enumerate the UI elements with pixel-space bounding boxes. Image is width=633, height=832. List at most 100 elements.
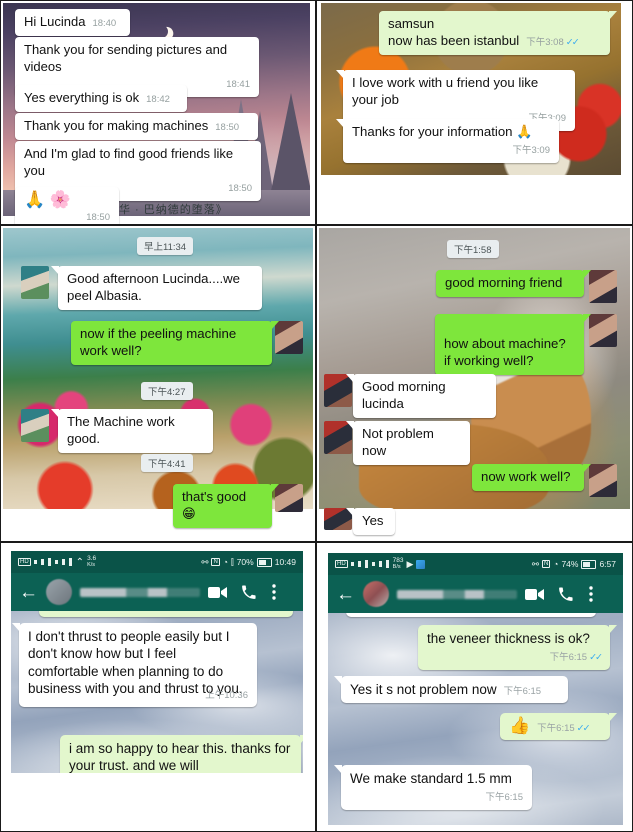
message-text: samsun now has been istanbul — [388, 16, 520, 48]
message-time: 上午10:36 — [205, 690, 248, 702]
alarm-icon: ◔ — [222, 557, 228, 567]
overflow-menu-icon[interactable] — [589, 586, 593, 602]
message-bubble-outgoing[interactable]: samsun now has been istanbul 下午3:08 ✓✓ — [379, 11, 617, 55]
network-speed-unit: K/s — [87, 561, 96, 568]
avatar[interactable] — [46, 579, 72, 605]
message-bubble-outgoing[interactable]: good morning friend — [436, 270, 591, 297]
message-time: 18:50 — [228, 183, 252, 195]
whatsapp-screen: HD 783 B/s ▶ ⚯ N ◔ 74% 6:57 ← the veneer… — [328, 553, 623, 825]
message-text: now work well? — [481, 469, 571, 484]
message-time: 下午3:09 — [512, 144, 551, 156]
status-bar: HD 783 B/s ▶ ⚯ N ◔ 74% 6:57 — [328, 553, 623, 575]
play-store-icon: ▶ — [406, 558, 414, 569]
avatar[interactable] — [589, 464, 617, 497]
message-text: the veneer thickness is ok? — [427, 631, 590, 646]
message-bubble-outgoing-emoji[interactable]: 👍 下午6:15 ✓✓ — [500, 713, 617, 741]
message-bubble-outgoing[interactable]: i am so happy to hear this. thanks for y… — [60, 735, 303, 773]
message-bubble-partial[interactable] — [346, 613, 596, 617]
contact-name-redacted[interactable] — [397, 589, 517, 599]
battery-percent: 74% — [561, 559, 579, 569]
panel-4-dog-chat: 下午1:58 good morning friend how about mac… — [316, 225, 633, 542]
message-time: 18:50 — [215, 122, 240, 133]
battery-percent: 70% — [236, 557, 254, 567]
message-bubble-incoming[interactable]: The Machine work good. — [51, 409, 213, 453]
pine-shape-3 — [271, 93, 310, 191]
message-text: how about machine? if working well? — [444, 335, 566, 368]
message-text: that's good 😁 — [182, 489, 247, 521]
contact-name-redacted[interactable] — [80, 587, 200, 597]
avatar[interactable] — [363, 581, 389, 607]
message-text: The Machine work good. — [67, 414, 175, 446]
message-text: i am so happy to hear this. thanks for y… — [69, 741, 291, 773]
message-bubble-outgoing[interactable]: now work well? — [472, 464, 591, 491]
chat-body: the veneer thickness is ok? 下午6:15 ✓✓ Yes… — [328, 613, 623, 825]
message-bubble-outgoing[interactable]: how about machine? if working well? — [435, 314, 591, 375]
avatar[interactable] — [275, 321, 303, 354]
message-bubble-incoming[interactable]: Thanks for your information 🙏 下午3:09 — [336, 119, 559, 163]
avatar[interactable] — [275, 484, 303, 512]
voice-call-icon[interactable] — [558, 586, 573, 602]
message-bubble-incoming[interactable]: Not problem now — [346, 421, 470, 465]
message-bubble-incoming[interactable]: Yes — [346, 508, 395, 535]
overflow-menu-icon[interactable] — [272, 584, 276, 600]
back-button[interactable]: ← — [336, 585, 355, 604]
panel-1-sunset-chat: Hi Lucinda 18:40 Thank you for sending pi… — [0, 0, 316, 225]
message-bubble-incoming[interactable]: I don't thrust to people easily but I do… — [12, 623, 257, 708]
message-text: good morning friend — [445, 275, 563, 290]
message-time: 18:40 — [92, 18, 117, 29]
message-text: And I'm glad to find good friends like y… — [24, 146, 234, 178]
battery-icon — [581, 559, 597, 569]
vibrate-icon: ⫿ — [230, 556, 234, 567]
avatar[interactable] — [589, 314, 617, 347]
read-receipt-icon: ✓✓ — [589, 652, 603, 664]
message-time: 下午6:15 — [503, 686, 542, 697]
message-bubble-outgoing[interactable]: that's good 😁 — [173, 484, 279, 528]
network-speed-unit: B/s — [392, 563, 401, 570]
message-bubble-emoji[interactable]: 🙏 🌸 18:50 — [15, 187, 119, 224]
day-timestamp: 下午4:27 — [141, 382, 193, 400]
message-text: We make standard 1.5 mm — [350, 771, 512, 786]
photos-app-icon — [416, 559, 426, 569]
message-bubble-outgoing[interactable]: the veneer thickness is ok? 下午6:15 ✓✓ — [418, 625, 617, 670]
avatar[interactable] — [589, 270, 617, 303]
message-time: 18:41 — [226, 79, 250, 91]
message-bubble[interactable]: Yes everything is ok 18:42 — [15, 85, 187, 112]
back-button[interactable]: ← — [19, 583, 38, 602]
screenshot-collage: Hi Lucinda 18:40 Thank you for sending pi… — [0, 0, 633, 832]
avatar[interactable] — [21, 409, 49, 442]
message-text: Yes — [362, 513, 384, 528]
day-timestamp: 早上11:34 — [137, 237, 194, 255]
message-text: Thanks for your information 🙏 — [352, 124, 533, 139]
panel-6-whatsapp-veneer: HD 783 B/s ▶ ⚯ N ◔ 74% 6:57 ← the veneer… — [316, 542, 633, 832]
message-bubble-incoming[interactable]: Yes it s not problem now 下午6:15 — [334, 676, 568, 704]
message-bubble-incoming[interactable]: Good afternoon Lucinda....we peel Albasi… — [51, 266, 262, 310]
panel-5-whatsapp-trust: HD ⌃ 3.6 K/s ⚯ N ◔ ⫿ 70% 10:49 ← I don't… — [0, 542, 316, 832]
clock: 6:57 — [599, 559, 616, 569]
overlay-caption: 华 · 巴纳德的堕落》 — [119, 204, 228, 216]
nfc-icon: N — [541, 560, 551, 568]
message-text: now if the peeling machine work well? — [80, 326, 237, 358]
day-timestamp: 下午4:41 — [141, 454, 193, 472]
avatar[interactable] — [21, 266, 49, 299]
message-bubble-outgoing[interactable]: now if the peeling machine work well? — [71, 321, 279, 365]
message-text: Not problem now — [362, 426, 434, 458]
message-bubble-incoming[interactable]: Good morning lucinda — [346, 374, 496, 418]
message-text: Good afternoon Lucinda....we peel Albasi… — [67, 271, 241, 303]
message-bubble[interactable]: Thank you for making machines 18:50 — [15, 113, 258, 140]
clock: 10:49 — [274, 557, 296, 567]
video-call-icon[interactable] — [525, 588, 544, 601]
status-bar: HD ⌃ 3.6 K/s ⚯ N ◔ ⫿ 70% 10:49 — [11, 551, 303, 573]
message-bubble-partial[interactable] — [39, 611, 293, 617]
read-receipt-icon: ✓✓ — [576, 723, 591, 734]
message-bubble[interactable]: Hi Lucinda 18:40 — [15, 9, 130, 36]
whatsapp-screen: HD ⌃ 3.6 K/s ⚯ N ◔ ⫿ 70% 10:49 ← I don't… — [11, 551, 303, 773]
message-time: 下午6:15 — [537, 723, 575, 734]
message-bubble-incoming[interactable]: We make standard 1.5 mm 下午6:15 — [334, 765, 532, 810]
battery-icon — [256, 557, 272, 567]
message-text: Yes everything is ok — [24, 90, 140, 105]
message-time: 下午6:15 — [549, 652, 588, 664]
alarm-icon: ◔ — [553, 559, 559, 569]
video-call-icon[interactable] — [208, 586, 227, 599]
voice-call-icon[interactable] — [241, 584, 256, 600]
message-time: 下午3:08 — [526, 36, 564, 48]
